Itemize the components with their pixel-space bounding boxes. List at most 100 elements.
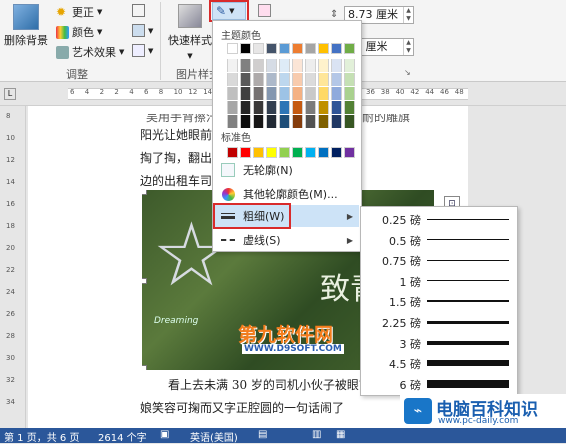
picture-border-menu: 主题颜色 标准色 无轮廓(N) 其他轮廓颜色(M)... 粗细(W) ▶ 虚线(… [212,20,362,252]
ruler-tick-label: 38 [380,88,390,96]
standard-color-swatch[interactable] [240,147,251,158]
weight-option-label: 0.25 磅 [382,214,421,227]
weight-option[interactable]: 3 磅 [361,333,517,353]
chevron-down-icon: ▼ [97,28,103,36]
no-outline-item[interactable]: 无轮廓(N) [215,159,359,181]
resize-handle[interactable] [142,365,147,370]
quick-styles-icon [178,4,202,28]
highlight-box [209,0,249,22]
page-count[interactable]: 第 1 页，共 6 页 [4,429,79,444]
corrections-label: 更正 [72,6,94,19]
weight-line-sample [427,340,509,345]
bring-forward-button[interactable] [258,4,271,17]
weight-option[interactable]: 0.75 磅 [361,250,517,270]
adjust-group-label: 调整 [66,68,88,81]
photo-subtitle-text: Dreaming [154,316,199,326]
weight-line-sample [427,360,509,367]
highlight-box [213,203,291,229]
more-outline-colors-item[interactable]: 其他轮廓颜色(M)... [215,183,359,205]
standard-color-swatch[interactable] [305,147,316,158]
resize-handle[interactable] [142,190,147,195]
color-label: 颜色 [72,26,94,39]
standard-color-swatch[interactable] [253,147,264,158]
language-status[interactable]: 英语(美国) [190,429,238,444]
macro-icon[interactable]: ▤ [258,429,267,440]
chevron-down-icon: ▼ [148,26,154,35]
ruler-tick-label: 10 [173,88,183,96]
ruler-tick-label: 16 [6,200,15,208]
quick-styles-button[interactable]: 快速样式 ▼ [168,4,212,60]
vertical-ruler[interactable]: 8 10 12 14 16 18 20 22 24 26 28 30 32 34 [0,106,26,428]
paragraph-line: 娘笑容可掬而又字正腔圆的一句话闹了 [140,401,345,415]
weight-option[interactable]: 0.5 磅 [361,230,517,250]
arrange-icon [258,4,271,17]
proofing-icon[interactable]: ▣ [160,429,169,440]
ruler-tick-label: 6 [144,88,149,96]
artistic-effects-label: 艺术效果 [72,46,116,59]
chevron-down-icon: ▼ [119,48,125,56]
ruler-tick-label: 42 [410,88,420,96]
word-count[interactable]: 2614 个字 [98,429,147,444]
reset-picture-button[interactable]: ▼ [132,44,153,57]
standard-color-swatch[interactable] [344,147,355,158]
ruler-tick-label: 4 [84,88,90,96]
ruler-tick-label: 12 [188,88,198,96]
artistic-effects-button[interactable]: 艺术效果 ▼ [56,44,124,60]
weight-line-sample [427,259,509,261]
no-outline-label: 无轮廓(N) [243,164,293,177]
ruler-tick-label: 12 [6,156,15,164]
group-divider [160,2,161,80]
height-icon: ⇕ [330,9,339,20]
weight-option-label: 3 磅 [399,337,422,351]
ruler-tick-label: 46 [440,88,449,96]
ruler-tick-label: 4 [129,88,134,96]
change-picture-button[interactable]: ▼ [132,24,153,37]
standard-color-swatch[interactable] [279,147,290,158]
weight-option[interactable]: 0.25 磅 [361,209,517,229]
compress-icon [132,4,145,17]
standard-color-swatch[interactable] [266,147,277,158]
weight-option[interactable]: 1.5 磅 [361,291,517,311]
ruler-tick-label: 36 [366,88,375,96]
standard-color-swatch[interactable] [227,147,238,158]
ruler-tick-label: 24 [6,288,15,296]
weight-option-label: 6 磅 [399,378,422,392]
standard-color-swatch[interactable] [292,147,303,158]
weight-option-label: 0.5 磅 [389,234,421,248]
color-button[interactable]: 颜色 ▼ [56,24,102,40]
weight-option[interactable]: 2.25 磅 [361,312,517,332]
ruler-tick-label: 22 [6,266,15,274]
weight-option-label: 1 磅 [399,275,422,289]
read-mode-icon[interactable]: ▥ [312,429,321,440]
spinner-icon[interactable]: ▲ ▼ [403,39,413,55]
standard-color-swatch[interactable] [318,147,329,158]
change-picture-icon [132,24,145,37]
standard-color-swatch[interactable] [331,147,342,158]
ruler-tick-label: 34 [6,398,15,406]
ruler-tick-label: 8 [158,88,164,96]
corrections-button[interactable]: ✹ 更正 ▼ [56,4,102,20]
ruler-tick-label: 8 [6,112,11,120]
resize-handle[interactable] [142,278,147,284]
weight-option[interactable]: 4.5 磅 [361,353,517,373]
remove-background-button[interactable]: 删除背景 [4,4,48,48]
spinner-icon[interactable]: ▲ ▼ [403,7,413,23]
weight-line-sample [427,239,509,241]
weight-option[interactable]: 1 磅 [361,271,517,291]
weight-option[interactable]: 6 磅 [361,374,517,394]
tab-selector-icon[interactable]: L [4,88,16,100]
dashes-item[interactable]: 虚线(S) ▶ [215,229,359,251]
ruler-tick-label: 44 [425,88,435,96]
status-bar: 第 1 页，共 6 页 2614 个字 ▣ 英语(美国) ▤ ▥ ▦ [0,428,566,444]
dialog-launcher-icon[interactable]: ↘ [404,68,411,77]
ruler-tick-label: 2 [114,88,119,96]
ruler-tick-label: 28 [6,332,15,340]
weight-line-sample [427,300,509,303]
ruler-tick-label: 18 [6,222,15,230]
compress-pictures-button[interactable] [132,4,145,17]
reset-icon [132,44,145,57]
print-layout-icon[interactable]: ▦ [336,429,345,440]
ruler-tick-label: 40 [395,88,405,96]
weight-line-sample [427,280,509,282]
weight-option-label: 2.25 磅 [382,317,421,330]
